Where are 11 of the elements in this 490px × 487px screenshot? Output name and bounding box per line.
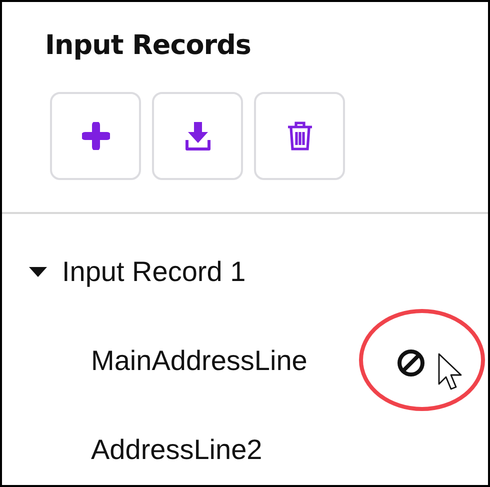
download-button[interactable] <box>152 92 243 180</box>
delete-button[interactable] <box>254 92 345 180</box>
add-button[interactable] <box>50 92 141 180</box>
panel-title: Input Records <box>45 29 252 63</box>
tree-item[interactable]: AddressLine2 <box>91 429 262 471</box>
download-icon <box>184 120 212 152</box>
caret-down-icon[interactable] <box>28 266 48 278</box>
plus-icon <box>82 122 110 150</box>
trash-icon <box>286 120 314 152</box>
tree-item[interactable]: MainAddressLine <box>91 340 308 382</box>
tree-item[interactable]: Input Record 1 <box>62 251 246 293</box>
